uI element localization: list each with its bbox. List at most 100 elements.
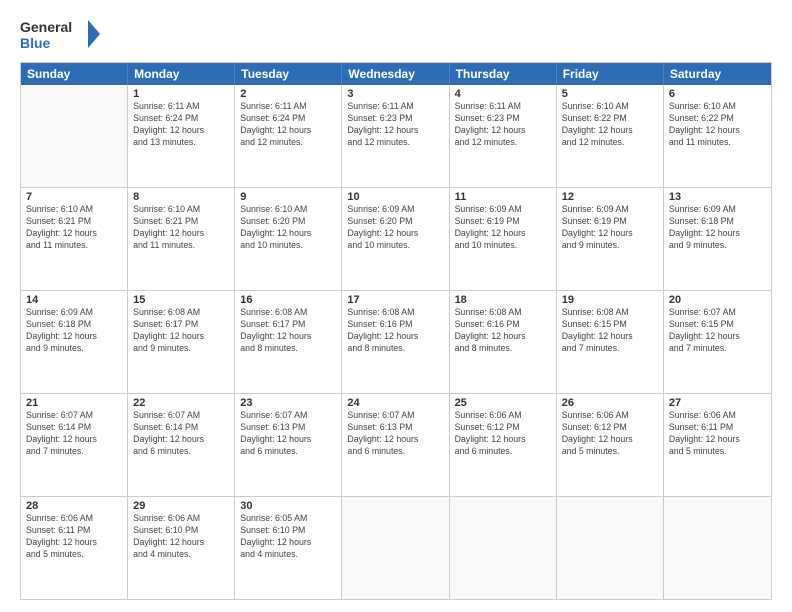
- day-cell-20: 20Sunrise: 6:07 AM Sunset: 6:15 PM Dayli…: [664, 291, 771, 393]
- calendar: SundayMondayTuesdayWednesdayThursdayFrid…: [20, 62, 772, 600]
- day-cell-30: 30Sunrise: 6:05 AM Sunset: 6:10 PM Dayli…: [235, 497, 342, 599]
- day-cell-19: 19Sunrise: 6:08 AM Sunset: 6:15 PM Dayli…: [557, 291, 664, 393]
- day-info: Sunrise: 6:08 AM Sunset: 6:16 PM Dayligh…: [347, 307, 443, 355]
- day-cell-6: 6Sunrise: 6:10 AM Sunset: 6:22 PM Daylig…: [664, 85, 771, 187]
- day-info: Sunrise: 6:10 AM Sunset: 6:22 PM Dayligh…: [562, 101, 658, 149]
- day-info: Sunrise: 6:06 AM Sunset: 6:11 PM Dayligh…: [26, 513, 122, 561]
- day-number: 4: [455, 88, 551, 100]
- day-number: 21: [26, 397, 122, 409]
- day-cell-8: 8Sunrise: 6:10 AM Sunset: 6:21 PM Daylig…: [128, 188, 235, 290]
- calendar-row-5: 28Sunrise: 6:06 AM Sunset: 6:11 PM Dayli…: [21, 496, 771, 599]
- header-cell-thursday: Thursday: [450, 63, 557, 85]
- day-cell-12: 12Sunrise: 6:09 AM Sunset: 6:19 PM Dayli…: [557, 188, 664, 290]
- day-cell-9: 9Sunrise: 6:10 AM Sunset: 6:20 PM Daylig…: [235, 188, 342, 290]
- calendar-row-3: 14Sunrise: 6:09 AM Sunset: 6:18 PM Dayli…: [21, 290, 771, 393]
- day-number: 24: [347, 397, 443, 409]
- day-number: 14: [26, 294, 122, 306]
- day-number: 29: [133, 500, 229, 512]
- day-info: Sunrise: 6:11 AM Sunset: 6:24 PM Dayligh…: [133, 101, 229, 149]
- header: General Blue: [20, 16, 772, 54]
- day-info: Sunrise: 6:10 AM Sunset: 6:21 PM Dayligh…: [26, 204, 122, 252]
- day-number: 13: [669, 191, 766, 203]
- day-info: Sunrise: 6:11 AM Sunset: 6:23 PM Dayligh…: [455, 101, 551, 149]
- header-cell-wednesday: Wednesday: [342, 63, 449, 85]
- calendar-header-row: SundayMondayTuesdayWednesdayThursdayFrid…: [21, 63, 771, 85]
- day-cell-21: 21Sunrise: 6:07 AM Sunset: 6:14 PM Dayli…: [21, 394, 128, 496]
- day-number: 26: [562, 397, 658, 409]
- day-cell-26: 26Sunrise: 6:06 AM Sunset: 6:12 PM Dayli…: [557, 394, 664, 496]
- day-info: Sunrise: 6:06 AM Sunset: 6:11 PM Dayligh…: [669, 410, 766, 458]
- day-cell-25: 25Sunrise: 6:06 AM Sunset: 6:12 PM Dayli…: [450, 394, 557, 496]
- empty-cell: [450, 497, 557, 599]
- day-number: 16: [240, 294, 336, 306]
- day-number: 28: [26, 500, 122, 512]
- day-info: Sunrise: 6:11 AM Sunset: 6:23 PM Dayligh…: [347, 101, 443, 149]
- logo: General Blue: [20, 16, 100, 54]
- header-cell-saturday: Saturday: [664, 63, 771, 85]
- day-info: Sunrise: 6:06 AM Sunset: 6:12 PM Dayligh…: [455, 410, 551, 458]
- calendar-row-1: 1Sunrise: 6:11 AM Sunset: 6:24 PM Daylig…: [21, 85, 771, 187]
- day-cell-28: 28Sunrise: 6:06 AM Sunset: 6:11 PM Dayli…: [21, 497, 128, 599]
- day-number: 11: [455, 191, 551, 203]
- day-cell-3: 3Sunrise: 6:11 AM Sunset: 6:23 PM Daylig…: [342, 85, 449, 187]
- day-cell-10: 10Sunrise: 6:09 AM Sunset: 6:20 PM Dayli…: [342, 188, 449, 290]
- day-number: 1: [133, 88, 229, 100]
- day-cell-2: 2Sunrise: 6:11 AM Sunset: 6:24 PM Daylig…: [235, 85, 342, 187]
- day-info: Sunrise: 6:07 AM Sunset: 6:13 PM Dayligh…: [240, 410, 336, 458]
- day-number: 30: [240, 500, 336, 512]
- header-cell-friday: Friday: [557, 63, 664, 85]
- day-number: 20: [669, 294, 766, 306]
- day-info: Sunrise: 6:08 AM Sunset: 6:15 PM Dayligh…: [562, 307, 658, 355]
- day-number: 7: [26, 191, 122, 203]
- calendar-row-2: 7Sunrise: 6:10 AM Sunset: 6:21 PM Daylig…: [21, 187, 771, 290]
- day-cell-4: 4Sunrise: 6:11 AM Sunset: 6:23 PM Daylig…: [450, 85, 557, 187]
- day-cell-27: 27Sunrise: 6:06 AM Sunset: 6:11 PM Dayli…: [664, 394, 771, 496]
- day-info: Sunrise: 6:05 AM Sunset: 6:10 PM Dayligh…: [240, 513, 336, 561]
- svg-text:Blue: Blue: [20, 35, 51, 51]
- day-info: Sunrise: 6:07 AM Sunset: 6:14 PM Dayligh…: [133, 410, 229, 458]
- day-info: Sunrise: 6:08 AM Sunset: 6:16 PM Dayligh…: [455, 307, 551, 355]
- day-cell-23: 23Sunrise: 6:07 AM Sunset: 6:13 PM Dayli…: [235, 394, 342, 496]
- day-cell-14: 14Sunrise: 6:09 AM Sunset: 6:18 PM Dayli…: [21, 291, 128, 393]
- day-number: 10: [347, 191, 443, 203]
- day-info: Sunrise: 6:08 AM Sunset: 6:17 PM Dayligh…: [133, 307, 229, 355]
- day-cell-15: 15Sunrise: 6:08 AM Sunset: 6:17 PM Dayli…: [128, 291, 235, 393]
- day-info: Sunrise: 6:09 AM Sunset: 6:18 PM Dayligh…: [26, 307, 122, 355]
- day-info: Sunrise: 6:09 AM Sunset: 6:20 PM Dayligh…: [347, 204, 443, 252]
- svg-text:General: General: [20, 19, 72, 35]
- day-number: 6: [669, 88, 766, 100]
- day-cell-7: 7Sunrise: 6:10 AM Sunset: 6:21 PM Daylig…: [21, 188, 128, 290]
- day-cell-24: 24Sunrise: 6:07 AM Sunset: 6:13 PM Dayli…: [342, 394, 449, 496]
- day-info: Sunrise: 6:07 AM Sunset: 6:14 PM Dayligh…: [26, 410, 122, 458]
- day-number: 17: [347, 294, 443, 306]
- day-number: 3: [347, 88, 443, 100]
- calendar-body: 1Sunrise: 6:11 AM Sunset: 6:24 PM Daylig…: [21, 85, 771, 599]
- day-number: 9: [240, 191, 336, 203]
- empty-cell: [21, 85, 128, 187]
- calendar-row-4: 21Sunrise: 6:07 AM Sunset: 6:14 PM Dayli…: [21, 393, 771, 496]
- header-cell-sunday: Sunday: [21, 63, 128, 85]
- day-info: Sunrise: 6:10 AM Sunset: 6:22 PM Dayligh…: [669, 101, 766, 149]
- day-info: Sunrise: 6:06 AM Sunset: 6:10 PM Dayligh…: [133, 513, 229, 561]
- day-number: 5: [562, 88, 658, 100]
- day-number: 19: [562, 294, 658, 306]
- day-number: 27: [669, 397, 766, 409]
- day-info: Sunrise: 6:07 AM Sunset: 6:15 PM Dayligh…: [669, 307, 766, 355]
- day-info: Sunrise: 6:09 AM Sunset: 6:19 PM Dayligh…: [562, 204, 658, 252]
- header-cell-tuesday: Tuesday: [235, 63, 342, 85]
- page: General Blue SundayMondayTuesdayWednesda…: [0, 0, 792, 612]
- empty-cell: [557, 497, 664, 599]
- day-number: 12: [562, 191, 658, 203]
- empty-cell: [342, 497, 449, 599]
- day-number: 2: [240, 88, 336, 100]
- day-number: 8: [133, 191, 229, 203]
- day-cell-17: 17Sunrise: 6:08 AM Sunset: 6:16 PM Dayli…: [342, 291, 449, 393]
- day-info: Sunrise: 6:06 AM Sunset: 6:12 PM Dayligh…: [562, 410, 658, 458]
- day-cell-1: 1Sunrise: 6:11 AM Sunset: 6:24 PM Daylig…: [128, 85, 235, 187]
- empty-cell: [664, 497, 771, 599]
- day-cell-13: 13Sunrise: 6:09 AM Sunset: 6:18 PM Dayli…: [664, 188, 771, 290]
- day-info: Sunrise: 6:10 AM Sunset: 6:20 PM Dayligh…: [240, 204, 336, 252]
- day-info: Sunrise: 6:07 AM Sunset: 6:13 PM Dayligh…: [347, 410, 443, 458]
- day-number: 18: [455, 294, 551, 306]
- day-cell-22: 22Sunrise: 6:07 AM Sunset: 6:14 PM Dayli…: [128, 394, 235, 496]
